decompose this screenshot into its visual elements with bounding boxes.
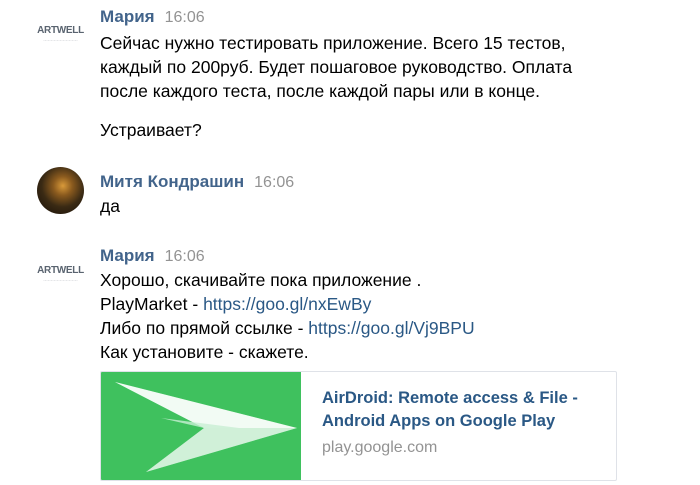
author-name[interactable]: Мария bbox=[100, 246, 155, 265]
message-text-with-link: PlayMarket - https://goo.gl/nxEwBy bbox=[100, 292, 371, 316]
message-text: Хорошо, скачивайте пока приложение . bbox=[100, 270, 422, 290]
message-text: каждый по 200руб. Будет пошаговое руково… bbox=[100, 57, 573, 77]
message-text: Устраивает? bbox=[100, 120, 202, 140]
message-header: Митя Кондрашин 16:06 bbox=[100, 172, 294, 192]
author-name[interactable]: Мария bbox=[100, 7, 155, 26]
playmarket-link[interactable]: https://goo.gl/nxEwBy bbox=[203, 294, 371, 314]
link-preview-card[interactable]: AirDroid: Remote access & File - Android… bbox=[100, 371, 617, 481]
message-text-with-link: Либо по прямой ссылке - https://goo.gl/V… bbox=[100, 316, 475, 340]
message-time[interactable]: 16:06 bbox=[254, 174, 294, 191]
message-text: Сейчас нужно тестировать приложение. Все… bbox=[100, 33, 566, 53]
avatar[interactable]: ARTWELL ······················· bbox=[37, 250, 84, 297]
link-preview-title[interactable]: AirDroid: Remote access & File - Android… bbox=[322, 387, 602, 433]
avatar[interactable] bbox=[37, 167, 84, 214]
artwell-logo: ARTWELL bbox=[37, 265, 84, 276]
message-text: Либо по прямой ссылке - bbox=[100, 318, 309, 338]
message-header: Мария 16:06 bbox=[100, 246, 205, 266]
message-text: Как установите - скажете. bbox=[100, 342, 309, 362]
direct-download-link[interactable]: https://goo.gl/Vj9BPU bbox=[308, 318, 474, 338]
message-header: Мария 16:06 bbox=[100, 7, 205, 27]
airdroid-logo-icon[interactable] bbox=[101, 372, 301, 480]
message-text: после каждого теста, после каждой пары и… bbox=[100, 81, 541, 101]
link-preview-title-line: Android Apps on Google Play bbox=[322, 412, 556, 430]
avatar[interactable]: ARTWELL ······················· bbox=[37, 10, 84, 57]
message-time[interactable]: 16:06 bbox=[165, 248, 205, 265]
logo-tagline-icon: ······················· bbox=[43, 38, 78, 43]
author-name[interactable]: Митя Кондрашин bbox=[100, 172, 244, 191]
link-preview-title-line: AirDroid: Remote access & File - bbox=[322, 389, 578, 407]
message-time[interactable]: 16:06 bbox=[165, 9, 205, 26]
link-preview-domain: play.google.com bbox=[322, 439, 438, 456]
logo-tagline-icon: ······················· bbox=[43, 278, 78, 283]
artwell-logo: ARTWELL bbox=[37, 25, 84, 36]
message-text: да bbox=[100, 196, 120, 216]
message-text: PlayMarket - bbox=[100, 294, 204, 314]
paper-plane-icon bbox=[115, 382, 297, 472]
